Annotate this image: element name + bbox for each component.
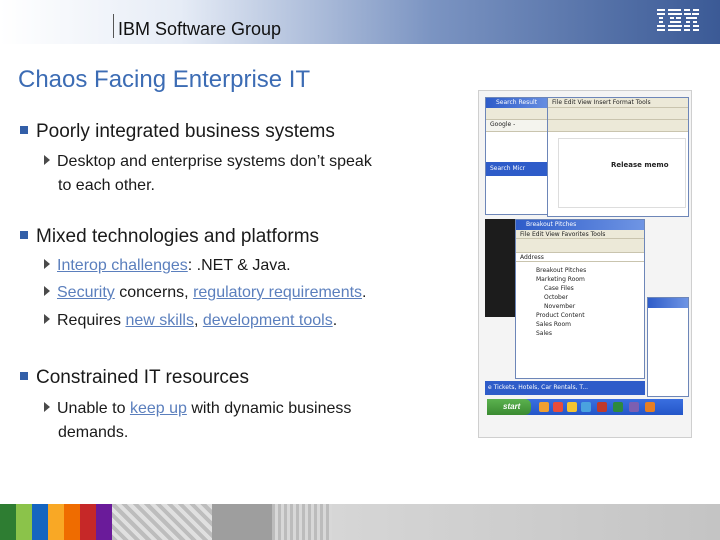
image-panel	[485, 219, 517, 317]
window-menu: File Edit View Favorites Tools	[516, 230, 644, 239]
search-banner: Search Micr	[486, 162, 556, 176]
folder-item[interactable]: Sales	[536, 329, 644, 338]
arrow-bullet-icon	[44, 314, 50, 324]
square-bullet-icon	[20, 372, 28, 380]
link-interop-challenges[interactable]: Interop challenges	[57, 257, 188, 274]
sub-bullet-security: Security concerns, regulatory requiremen…	[44, 281, 464, 305]
bullet-label: Poorly integrated business systems	[36, 121, 335, 142]
sub-text: .	[332, 312, 338, 329]
link-security[interactable]: Security	[57, 284, 115, 301]
link-development-tools[interactable]: development tools	[203, 312, 333, 329]
footer-block	[32, 504, 48, 540]
sub-text: Requires	[57, 312, 126, 329]
sub-bullet-keep-up: Unable to keep up with dynamic business …	[44, 397, 464, 445]
sub-text: .	[362, 284, 367, 301]
sub-text: : .NET & Java.	[187, 257, 291, 274]
folder-item[interactable]: Marketing Room	[536, 275, 644, 284]
sub-text: Desktop and enterprise systems don’t spe…	[57, 153, 372, 170]
folder-item[interactable]: Sales Room	[536, 320, 644, 329]
address-bar: Address	[516, 253, 644, 262]
format-toolbar	[548, 120, 688, 132]
footer-block	[16, 504, 32, 540]
folder-item[interactable]: November	[536, 302, 644, 311]
window-toolbar	[548, 108, 688, 120]
link-regulatory-requirements[interactable]: regulatory requirements	[193, 284, 362, 301]
arrow-bullet-icon	[44, 286, 50, 296]
app-icon[interactable]	[581, 402, 591, 412]
square-bullet-icon	[20, 231, 28, 239]
footer-block	[48, 504, 64, 540]
sub-bullet-interop: Interop challenges: .NET & Java.	[44, 254, 464, 278]
sub-text: concerns,	[114, 284, 194, 301]
folder-item[interactable]: Product Content	[536, 311, 644, 320]
bullet-label: Constrained IT resources	[36, 367, 249, 388]
arrow-bullet-icon	[44, 402, 50, 412]
folder-tree: Breakout Pitches Marketing Room Case Fil…	[516, 262, 644, 338]
sub-text: with dynamic business	[186, 400, 352, 417]
app-icon[interactable]	[539, 402, 549, 412]
word-document-window: File Edit View Insert Format Tools Relea…	[547, 97, 689, 217]
window-title: Breakout Pitches	[516, 220, 644, 230]
window-body	[486, 132, 556, 162]
arrow-bullet-icon	[44, 259, 50, 269]
google-bar: Google -	[486, 120, 556, 132]
square-bullet-icon	[20, 126, 28, 134]
folder-item[interactable]: Breakout Pitches	[536, 266, 644, 275]
folder-item[interactable]: October	[536, 293, 644, 302]
folder-item[interactable]: Case Files	[536, 284, 644, 293]
footer-block	[0, 504, 16, 540]
footer-block	[64, 504, 80, 540]
windows-taskbar: start	[487, 399, 683, 415]
link-keep-up[interactable]: keep up	[130, 400, 187, 417]
side-window	[647, 297, 689, 397]
header-group-name: IBM Software Group	[118, 19, 282, 39]
window-toolbar	[486, 108, 556, 120]
app-icon[interactable]	[597, 402, 607, 412]
sub-text: ,	[193, 312, 203, 329]
slide-title: Chaos Facing Enterprise IT	[18, 66, 311, 93]
window-title: Search Result	[486, 98, 556, 108]
explorer-window: Breakout Pitches File Edit View Favorite…	[515, 219, 645, 379]
desktop-screenshot-collage: Search Result Google - Search Micr File …	[478, 90, 692, 438]
footer-block	[212, 504, 272, 540]
ibm-logo-icon	[657, 9, 699, 31]
status-strip: e Tickets, Hotels, Car Rentals, T...	[485, 381, 645, 395]
arrow-bullet-icon	[44, 155, 50, 165]
footer-block	[96, 504, 112, 540]
link-new-skills[interactable]: new skills	[125, 312, 193, 329]
sub-bullet-desktop: Desktop and enterprise systems don’t spe…	[44, 150, 464, 198]
sub-text-cont: demands.	[58, 424, 129, 441]
app-icon[interactable]	[629, 402, 639, 412]
app-icon[interactable]	[645, 402, 655, 412]
document-text: Release memo	[611, 161, 669, 169]
footer-pattern	[272, 504, 332, 540]
bullet-label: Mixed technologies and platforms	[36, 226, 320, 247]
sub-bullet-skills: Requires new skills, development tools.	[44, 309, 464, 333]
footer-block	[80, 504, 96, 540]
window-menu: File Edit View Insert Format Tools	[548, 98, 688, 108]
header-bar: IBM Software Group	[0, 0, 720, 44]
start-button[interactable]: start	[487, 399, 531, 415]
footer-pattern	[112, 504, 212, 540]
app-icon[interactable]	[567, 402, 577, 412]
sub-text: Unable to	[57, 400, 130, 417]
window-title-bar	[648, 298, 688, 308]
bullet-poorly-integrated: Poorly integrated business systems	[20, 121, 335, 143]
sub-text-cont: to each other.	[58, 177, 155, 194]
bullet-constrained-it: Constrained IT resources	[20, 367, 249, 389]
footer-bar	[0, 504, 720, 540]
document-page: Release memo	[558, 138, 686, 208]
app-icon[interactable]	[613, 402, 623, 412]
header-divider	[113, 14, 114, 38]
window-toolbar	[516, 239, 644, 253]
bullet-mixed-technologies: Mixed technologies and platforms	[20, 226, 319, 248]
app-icon[interactable]	[553, 402, 563, 412]
